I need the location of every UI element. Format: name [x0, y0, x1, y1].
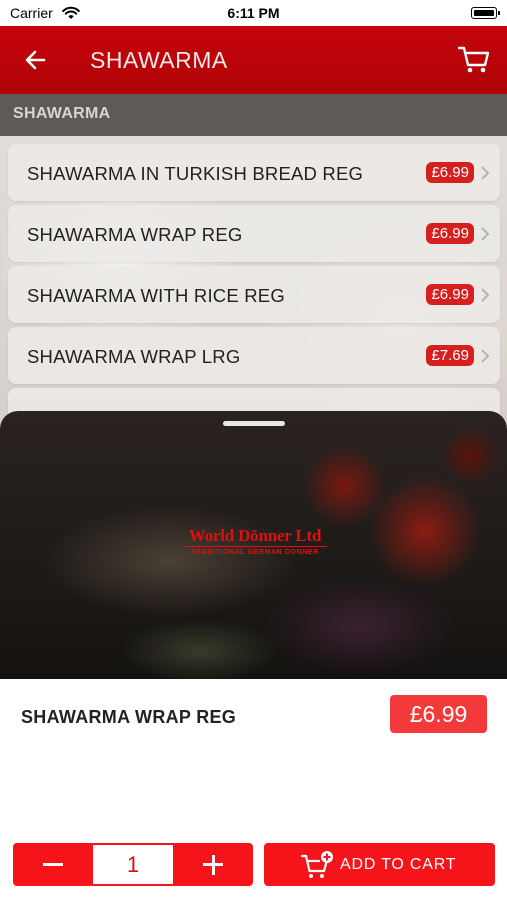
menu-item-name: SHAWARMA WRAP REG	[27, 224, 243, 245]
add-to-cart-label: ADD TO CART	[340, 856, 457, 873]
selected-item-name: SHAWARMA WRAP REG	[21, 707, 237, 727]
sheet-drag-handle[interactable]	[223, 421, 285, 426]
status-bar: Carrier 6:11 PM	[0, 0, 507, 26]
decrease-quantity-button[interactable]	[13, 843, 93, 886]
page-title: SHAWARMA	[90, 47, 228, 73]
chevron-right-icon	[481, 227, 490, 241]
nav-bar: SHAWARMA	[0, 26, 507, 94]
chevron-right-icon	[481, 349, 490, 363]
cart-icon[interactable]	[457, 42, 491, 76]
category-header: SHAWARMA	[0, 94, 507, 136]
brand-logo: World Dönner Ltd TRADITIONAL GERMAN DONN…	[183, 527, 327, 556]
quantity-stepper: 1	[13, 843, 253, 886]
menu-item-name: SHAWARMA IN TURKISH BREAD REG	[27, 163, 364, 184]
category-title: SHAWARMA	[13, 105, 111, 122]
menu-item-price: £6.99	[426, 223, 474, 244]
back-arrow-icon[interactable]	[22, 46, 50, 74]
add-to-cart-icon	[300, 851, 333, 878]
menu-item-name: SHAWARMA WITH RICE REG	[27, 285, 285, 306]
selected-item-price: £6.99	[390, 695, 487, 733]
menu-item[interactable]: SHAWARMA WRAP LRG £7.69	[8, 327, 500, 384]
chevron-right-icon	[481, 166, 490, 180]
brand-name: World Dönner Ltd	[183, 527, 327, 547]
menu-item-price: £6.99	[426, 284, 474, 305]
menu-item[interactable]: SHAWARMA WITH RICE REG £6.99	[8, 266, 500, 323]
menu-item[interactable]: SHAWARMA WRAP REG £6.99	[8, 205, 500, 262]
add-to-cart-button[interactable]: ADD TO CART	[264, 843, 495, 886]
menu-item-price: £6.99	[426, 162, 474, 183]
menu-item-price: £7.69	[426, 345, 474, 366]
menu-item[interactable]: SHAWARMA IN TURKISH BREAD REG £6.99	[8, 144, 500, 201]
item-hero-image: World Dönner Ltd TRADITIONAL GERMAN DONN…	[0, 411, 507, 679]
clock: 6:11 PM	[227, 5, 280, 21]
menu-item-name: SHAWARMA WRAP LRG	[27, 346, 241, 367]
chevron-right-icon	[481, 288, 490, 302]
item-detail-sheet: World Dönner Ltd TRADITIONAL GERMAN DONN…	[0, 411, 507, 900]
battery-icon	[471, 7, 500, 19]
brand-tagline: TRADITIONAL GERMAN DONNER	[191, 549, 319, 556]
quantity-field[interactable]: 1	[93, 845, 173, 884]
increase-quantity-button[interactable]	[173, 843, 253, 886]
